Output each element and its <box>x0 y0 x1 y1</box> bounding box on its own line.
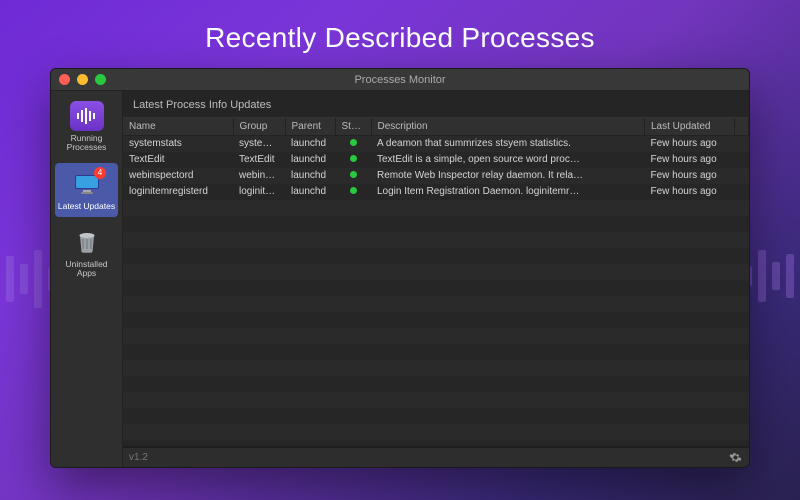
table-row-empty <box>123 344 749 360</box>
table-row-empty <box>123 296 749 312</box>
table-row[interactable]: TextEditTextEditlaunchdTextEdit is a sim… <box>123 152 749 168</box>
cell-updated: Few hours ago <box>645 152 735 168</box>
table-row-empty <box>123 200 749 216</box>
cell-group: system… <box>233 136 285 152</box>
table-row-empty <box>123 376 749 392</box>
table-row-empty <box>123 408 749 424</box>
cell-name: webinspectord <box>123 168 233 184</box>
cell-updated: Few hours ago <box>645 136 735 152</box>
table-row-empty <box>123 328 749 344</box>
col-parent[interactable]: Parent <box>285 118 335 136</box>
cell-parent: launchd <box>285 136 335 152</box>
col-description[interactable]: Description <box>371 118 645 136</box>
col-updated[interactable]: Last Updated <box>645 118 735 136</box>
sidebar-item-label: Running Processes <box>57 134 116 153</box>
status-ok-icon <box>350 187 357 194</box>
version-label: v1.2 <box>129 452 148 463</box>
cell-name: TextEdit <box>123 152 233 168</box>
cell-description: Remote Web Inspector relay daemon. It re… <box>371 168 645 184</box>
sidebar-item-latest-updates[interactable]: 4 Latest Updates <box>55 163 118 217</box>
panel-title: Latest Process Info Updates <box>123 91 749 117</box>
sidebar-item-label: Latest Updates <box>58 202 115 211</box>
col-group[interactable]: Group <box>233 118 285 136</box>
window-title: Processes Monitor <box>51 74 749 86</box>
main-panel: Latest Process Info Updates Name Group P… <box>123 91 749 467</box>
table-row-empty <box>123 280 749 296</box>
cell-parent: launchd <box>285 152 335 168</box>
cell-status <box>335 136 371 152</box>
status-bar: v1.2 <box>123 447 749 467</box>
table-row-empty <box>123 424 749 440</box>
cell-updated: Few hours ago <box>645 184 735 200</box>
table-row-empty <box>123 248 749 264</box>
titlebar[interactable]: Processes Monitor <box>51 69 749 91</box>
cell-status <box>335 168 371 184</box>
cell-group: webins… <box>233 168 285 184</box>
cell-status <box>335 152 371 168</box>
soundbars-icon <box>70 101 104 131</box>
table-header[interactable]: Name Group Parent Status Description Las… <box>123 118 749 136</box>
table-row-empty <box>123 360 749 376</box>
app-window: Processes Monitor Running Processes 4 La… <box>50 68 750 468</box>
status-ok-icon <box>350 139 357 146</box>
cell-name: loginitemregisterd <box>123 184 233 200</box>
cell-updated: Few hours ago <box>645 168 735 184</box>
table-row-empty <box>123 216 749 232</box>
sidebar: Running Processes 4 Latest Updates Unins… <box>51 91 123 467</box>
cell-parent: launchd <box>285 168 335 184</box>
table-row-empty <box>123 312 749 328</box>
cell-description: A deamon that summrizes stsyem statistic… <box>371 136 645 152</box>
cell-name: systemstats <box>123 136 233 152</box>
table-row[interactable]: loginitemregisterdloginite…launchd Login … <box>123 184 749 200</box>
sidebar-item-running-processes[interactable]: Running Processes <box>55 95 118 159</box>
cell-description: Login Item Registration Daemon. loginite… <box>371 184 645 200</box>
status-ok-icon <box>350 155 357 162</box>
table-row-empty <box>123 264 749 280</box>
cell-group: loginite… <box>233 184 285 200</box>
cell-parent: launchd <box>285 184 335 200</box>
table-row[interactable]: webinspectordwebins…launchd Remote Web In… <box>123 168 749 184</box>
trash-icon <box>70 227 104 257</box>
col-status[interactable]: Status <box>335 118 371 136</box>
sidebar-item-label: Uninstalled Apps <box>57 260 116 279</box>
col-name[interactable]: Name <box>123 118 233 136</box>
status-ok-icon <box>350 171 357 178</box>
cell-group: TextEdit <box>233 152 285 168</box>
sidebar-item-uninstalled-apps[interactable]: Uninstalled Apps <box>55 221 118 285</box>
table-row-empty <box>123 232 749 248</box>
table-row-empty <box>123 392 749 408</box>
hero-title: Recently Described Processes <box>0 22 800 54</box>
col-pad <box>735 118 749 136</box>
update-badge: 4 <box>94 167 106 179</box>
process-table: Name Group Parent Status Description Las… <box>123 117 749 447</box>
gear-icon <box>729 451 742 464</box>
table-row-empty <box>123 440 749 448</box>
cell-description: TextEdit is a simple, open source word p… <box>371 152 645 168</box>
settings-button[interactable] <box>727 450 743 466</box>
cell-status <box>335 184 371 200</box>
table-row[interactable]: systemstatssystem…launchd A deamon that s… <box>123 136 749 152</box>
